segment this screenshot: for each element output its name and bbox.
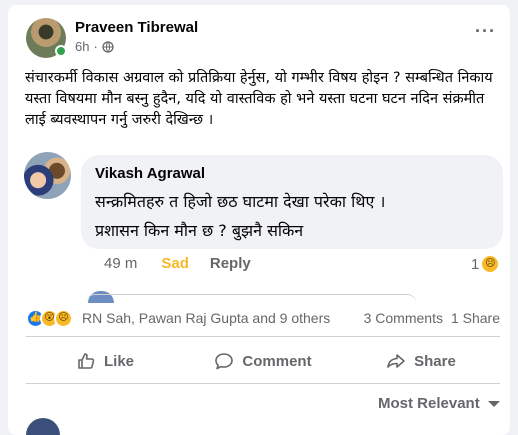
comment-bubble: Vikash Agrawal सन्क्रमितहरु त हिजो छठ घा…	[81, 155, 503, 249]
comment-reactions[interactable]: 1 ☹	[471, 255, 500, 273]
comment-label: Comment	[242, 352, 312, 370]
shares-count[interactable]: 1 Share	[451, 310, 500, 326]
share-button[interactable]: Share	[342, 341, 500, 381]
like-button[interactable]: Like	[26, 341, 184, 381]
comment-author[interactable]: Vikash Agrawal	[95, 165, 205, 182]
sad-reaction-icon: ☹	[54, 308, 73, 328]
post-author[interactable]: Praveen Tibrewal	[75, 19, 198, 36]
stats-counts: 3 Comments 1 Share	[364, 310, 500, 326]
thumbs-up-icon	[78, 353, 95, 369]
comment-line-1: सन्क्रमितहरु त हिजो छठ घाटमा देखा परेका …	[95, 192, 386, 211]
comment-reply-button[interactable]: Reply	[210, 255, 251, 272]
post-card: Praveen Tibrewal 6h · ··· संचारकर्मी विक…	[8, 5, 510, 435]
share-label: Share	[414, 352, 456, 370]
reaction-names[interactable]: RN Sah, Pawan Raj Gupta and 9 others	[82, 310, 330, 326]
online-status-dot	[55, 45, 67, 57]
reaction-icons[interactable]: 👍 😮 ☹	[26, 308, 73, 328]
comment-sad-button[interactable]: Sad	[161, 255, 189, 272]
sort-label: Most Relevant	[378, 395, 480, 412]
comment-actions: 49 m Sad Reply	[104, 255, 251, 272]
divider-bottom	[26, 383, 500, 384]
meta-separator: ·	[93, 39, 98, 54]
divider-top	[26, 336, 500, 337]
post-action-bar: Like Comment Share	[26, 341, 500, 381]
caret-down-icon	[487, 400, 500, 407]
like-label: Like	[103, 352, 134, 370]
globe-icon	[102, 40, 114, 53]
comment-reaction-count: 1	[471, 255, 480, 273]
post-meta: 6h ·	[75, 39, 114, 54]
sad-emoji-icon: ☹	[481, 255, 500, 273]
commenter-avatar[interactable]	[24, 152, 71, 199]
share-icon	[387, 354, 405, 368]
reply-bubble-partial	[86, 294, 416, 303]
comment-icon	[215, 353, 234, 370]
post-time[interactable]: 6h	[75, 39, 89, 54]
post-text: संचारकर्मी विकास अग्रवाल को प्रतिक्रिया …	[25, 70, 493, 128]
comment-sort-dropdown[interactable]: Most Relevant	[378, 395, 500, 412]
comment-button[interactable]: Comment	[184, 341, 342, 381]
comment-time[interactable]: 49 m	[104, 255, 137, 272]
post-options-icon[interactable]: ···	[475, 21, 496, 42]
comments-count[interactable]: 3 Comments	[364, 310, 443, 326]
post-stats: 👍 😮 ☹ RN Sah, Pawan Raj Gupta and 9 othe…	[26, 304, 500, 332]
comment-line-2: प्रशासन किन मौन छ ? बुझनै सकिन	[95, 221, 304, 240]
comment-text: सन्क्रमितहरु त हिजो छठ घाटमा देखा परेका …	[95, 187, 385, 245]
author-avatar[interactable]	[26, 18, 67, 58]
